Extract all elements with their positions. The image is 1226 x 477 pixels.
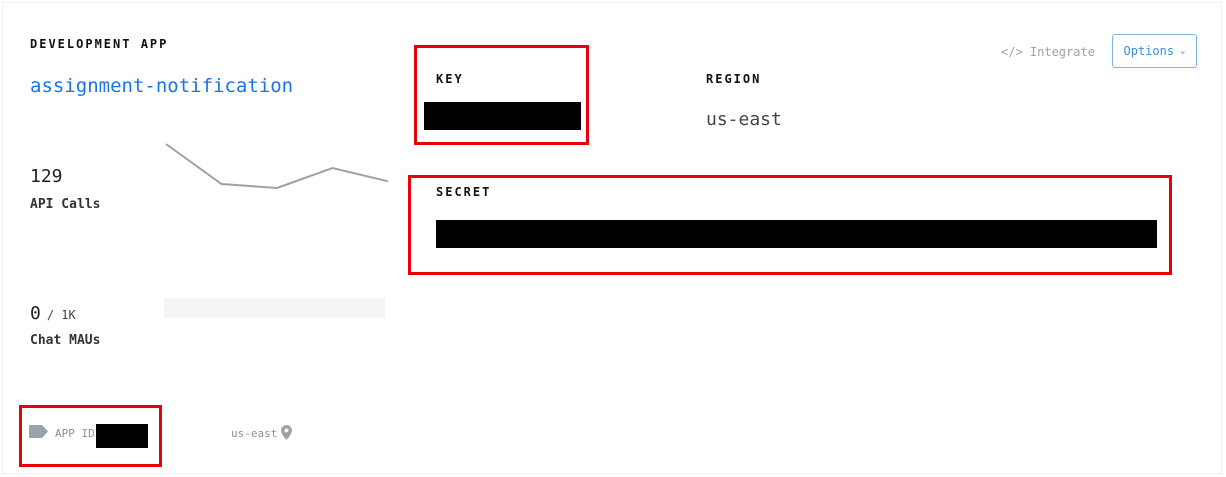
location-pin-icon xyxy=(281,425,292,440)
secret-value-redacted[interactable] xyxy=(436,220,1157,248)
api-calls-label: API Calls xyxy=(30,197,101,212)
api-calls-sparkline-line xyxy=(165,143,389,190)
secret-label: SECRET xyxy=(436,185,492,199)
key-highlight-box xyxy=(414,45,589,145)
chevron-down-icon: ⌄ xyxy=(1180,46,1186,56)
app-id-label: APP ID: xyxy=(55,427,102,440)
chat-maus-metric: 0 / 1K xyxy=(30,303,76,324)
chat-maus-value: 0 xyxy=(30,303,41,324)
key-value-redacted[interactable] xyxy=(424,102,581,130)
app-name-link[interactable]: assignment-notification xyxy=(30,75,293,97)
section-label: DEVELOPMENT APP xyxy=(30,37,169,51)
api-calls-sparkline xyxy=(165,143,389,190)
key-label: KEY xyxy=(436,72,464,86)
integrate-link[interactable]: </> Integrate xyxy=(1001,45,1095,59)
footer-region: us-east xyxy=(231,427,278,440)
options-button[interactable]: Options ⌄ xyxy=(1112,34,1197,68)
app-id-redacted xyxy=(96,424,148,448)
chat-maus-usage-bar xyxy=(164,298,385,318)
tag-icon xyxy=(29,425,48,438)
region-value: us-east xyxy=(706,109,782,130)
api-calls-value: 129 xyxy=(30,166,63,187)
chat-maus-label: Chat MAUs xyxy=(30,333,101,348)
options-button-label: Options xyxy=(1123,44,1175,58)
chat-maus-limit: / 1K xyxy=(46,308,76,322)
region-label: REGION xyxy=(706,72,762,86)
